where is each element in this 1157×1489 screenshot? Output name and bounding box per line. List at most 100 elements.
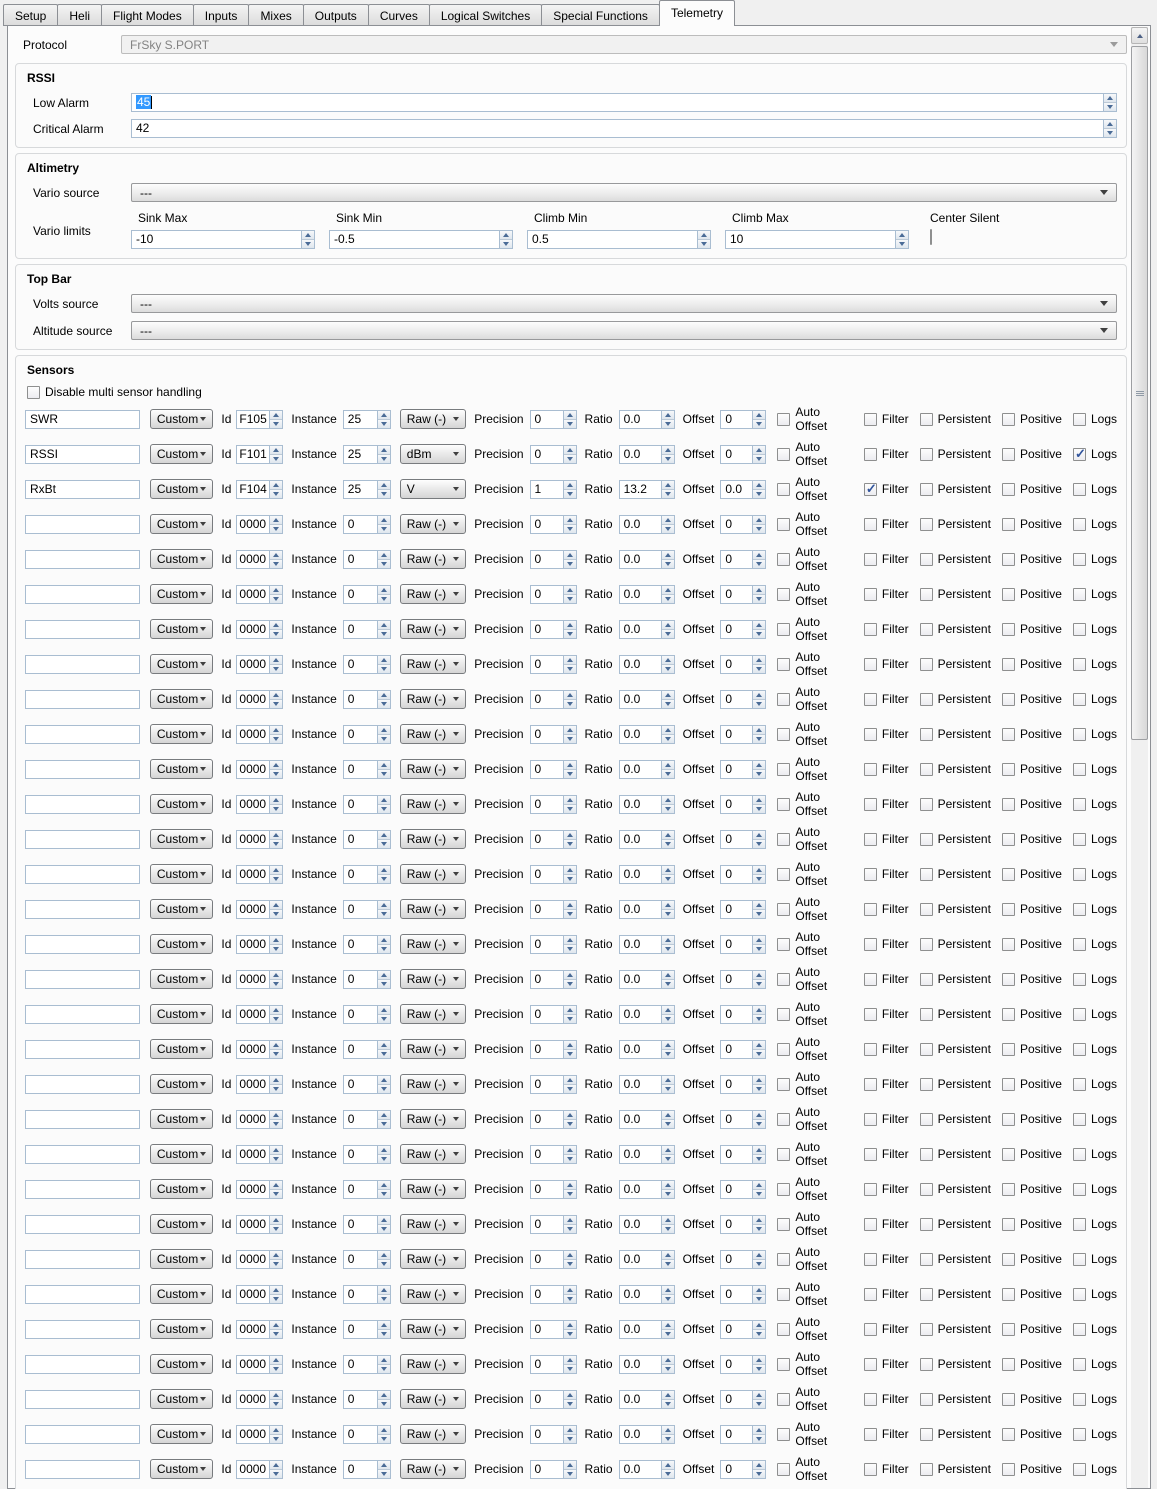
disable-multi-checkbox[interactable] [27,386,40,399]
tab-heli[interactable]: Heli [57,4,102,26]
positive-checkbox[interactable] [1002,1253,1015,1266]
sensor-ratio-input[interactable]: 0.0 [619,515,661,534]
tab-setup[interactable]: Setup [3,4,58,26]
sensor-id-input[interactable]: 0000 [236,760,269,779]
sensor-ratio-input[interactable]: 0.0 [619,1215,661,1234]
sensor-name-input[interactable] [25,550,140,569]
sensor-instance-input[interactable]: 0 [343,1110,377,1129]
sensor-ratio-input[interactable]: 0.0 [619,1250,661,1269]
auto-offset-checkbox[interactable] [777,1113,790,1126]
logs-checkbox[interactable] [1073,973,1086,986]
sensor-instance-spinner[interactable] [377,900,391,919]
sensor-offset-spinner[interactable] [752,1320,766,1339]
sensor-ratio-spinner[interactable] [661,1425,675,1444]
sensor-ratio-input[interactable]: 0.0 [619,900,661,919]
sensor-instance-spinner[interactable] [377,1285,391,1304]
sensor-precision-spinner[interactable] [563,935,577,954]
filter-checkbox[interactable] [864,518,877,531]
persistent-checkbox[interactable] [920,1008,933,1021]
positive-checkbox[interactable] [1002,833,1015,846]
sensor-id-input[interactable]: 0000 [236,1355,269,1374]
sensor-ratio-input[interactable]: 0.0 [619,585,661,604]
sensor-precision-spinner[interactable] [563,830,577,849]
sensor-precision-input[interactable]: 0 [530,620,563,639]
sensor-offset-input[interactable]: 0 [720,935,752,954]
sensor-ratio-spinner[interactable] [661,1215,675,1234]
sensor-name-input[interactable]: RSSI [25,445,140,464]
volts-source-select[interactable]: --- [131,294,1117,313]
sensor-ratio-spinner[interactable] [661,900,675,919]
filter-checkbox[interactable] [864,938,877,951]
sensor-ratio-spinner[interactable] [661,410,675,429]
positive-checkbox[interactable] [1002,1078,1015,1091]
sensor-ratio-spinner[interactable] [661,1390,675,1409]
sensor-name-input[interactable] [25,1355,140,1374]
sensor-ratio-spinner[interactable] [661,1180,675,1199]
sensor-id-spinner[interactable] [269,515,283,534]
logs-checkbox[interactable] [1073,1148,1086,1161]
sensor-instance-input[interactable]: 25 [343,410,377,429]
auto-offset-checkbox[interactable] [777,1148,790,1161]
sensor-instance-input[interactable]: 0 [343,830,377,849]
logs-checkbox[interactable] [1073,1358,1086,1371]
persistent-checkbox[interactable] [920,588,933,601]
sensor-ratio-spinner[interactable] [661,1250,675,1269]
sensor-name-input[interactable]: RxBt [25,480,140,499]
sensor-offset-spinner[interactable] [752,865,766,884]
sensor-offset-input[interactable]: 0 [720,1250,752,1269]
sensor-ratio-input[interactable]: 0.0 [619,1145,661,1164]
sensor-ratio-spinner[interactable] [661,1145,675,1164]
persistent-checkbox[interactable] [920,1393,933,1406]
sensor-id-spinner[interactable] [269,620,283,639]
persistent-checkbox[interactable] [920,1148,933,1161]
auto-offset-checkbox[interactable] [777,553,790,566]
positive-checkbox[interactable] [1002,1043,1015,1056]
filter-checkbox[interactable] [864,693,877,706]
persistent-checkbox[interactable] [920,553,933,566]
auto-offset-checkbox[interactable] [777,938,790,951]
logs-checkbox[interactable] [1073,413,1086,426]
sensor-ratio-spinner[interactable] [661,760,675,779]
sensor-offset-input[interactable]: 0 [720,515,752,534]
sensor-precision-input[interactable]: 0 [530,585,563,604]
auto-offset-checkbox[interactable] [777,1358,790,1371]
sensor-type-select[interactable]: Custom [150,759,214,779]
sensor-id-input[interactable]: 0000 [236,830,269,849]
sensor-type-select[interactable]: Custom [150,479,214,499]
positive-checkbox[interactable] [1002,1358,1015,1371]
sensor-instance-spinner[interactable] [377,585,391,604]
logs-checkbox[interactable] [1073,903,1086,916]
filter-checkbox[interactable] [864,1323,877,1336]
sensor-type-select[interactable]: Custom [150,1179,214,1199]
sensor-offset-spinner[interactable] [752,550,766,569]
sensor-offset-input[interactable]: 0 [720,865,752,884]
sensor-unit-select[interactable]: V [400,479,466,499]
vario-source-select[interactable]: --- [131,183,1117,202]
sensor-instance-input[interactable]: 0 [343,1075,377,1094]
sensor-id-input[interactable]: 0000 [236,620,269,639]
logs-checkbox[interactable] [1073,798,1086,811]
sensor-instance-spinner[interactable] [377,970,391,989]
sensor-ratio-spinner[interactable] [661,480,675,499]
sensor-instance-input[interactable]: 0 [343,725,377,744]
logs-checkbox[interactable] [1073,1288,1086,1301]
sensor-ratio-input[interactable]: 0.0 [619,1075,661,1094]
persistent-checkbox[interactable] [920,623,933,636]
sensor-precision-spinner[interactable] [563,550,577,569]
sensor-precision-input[interactable]: 0 [530,1005,563,1024]
sensor-precision-input[interactable]: 0 [530,970,563,989]
sensor-offset-spinner[interactable] [752,1110,766,1129]
sensor-unit-select[interactable]: Raw (-) [400,1424,466,1444]
auto-offset-checkbox[interactable] [777,1463,790,1476]
sensor-id-spinner[interactable] [269,1075,283,1094]
positive-checkbox[interactable] [1002,658,1015,671]
low-alarm-spinner[interactable] [1103,93,1117,112]
persistent-checkbox[interactable] [920,448,933,461]
filter-checkbox[interactable] [864,1463,877,1476]
filter-checkbox[interactable] [864,1043,877,1056]
filter-checkbox[interactable] [864,588,877,601]
auto-offset-checkbox[interactable] [777,1008,790,1021]
sink-min-spinner[interactable] [499,230,513,249]
sensor-offset-spinner[interactable] [752,1355,766,1374]
sensor-instance-input[interactable]: 0 [343,1390,377,1409]
